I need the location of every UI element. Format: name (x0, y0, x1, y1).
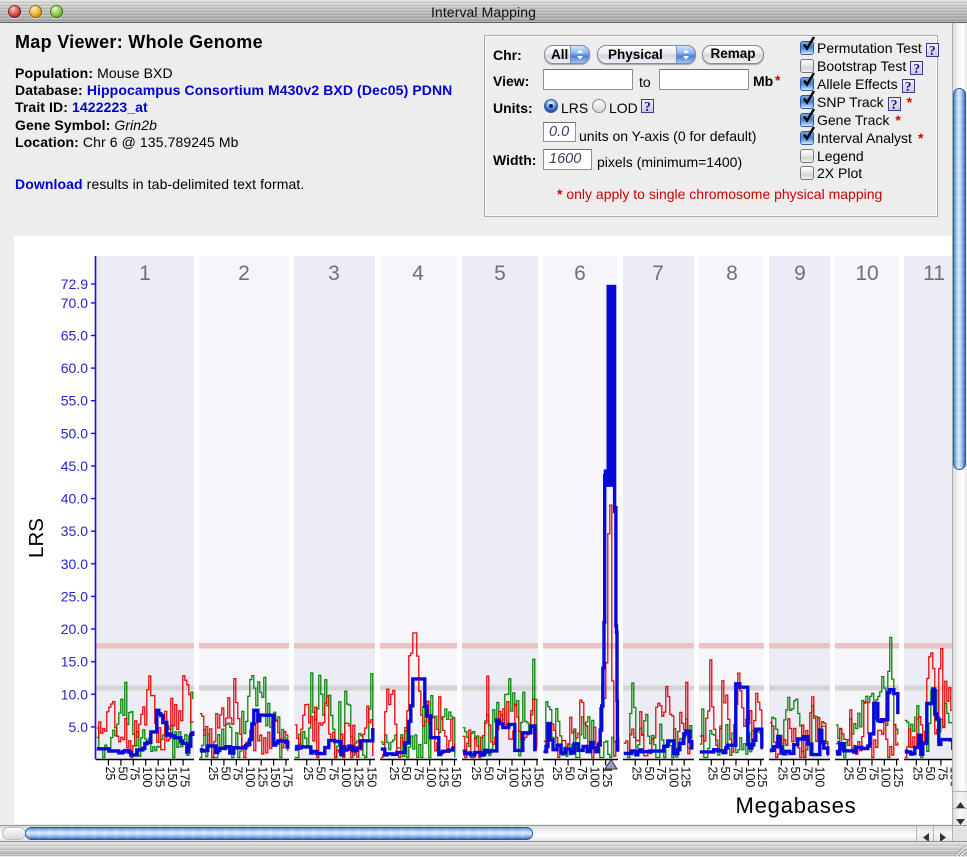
svg-text:65.0: 65.0 (61, 328, 88, 344)
svg-text:100: 100 (140, 767, 154, 788)
svg-text:25: 25 (776, 767, 790, 781)
svg-text:75: 75 (800, 767, 814, 781)
svg-text:150: 150 (268, 767, 282, 788)
svg-text:25: 25 (706, 767, 720, 781)
svg-text:75: 75 (935, 767, 949, 781)
svg-text:75: 75 (654, 767, 668, 781)
svg-text:175: 175 (280, 767, 294, 788)
svg-text:25: 25 (206, 767, 220, 781)
svg-text:25: 25 (387, 767, 401, 781)
svg-text:75: 75 (326, 767, 340, 781)
svg-text:125: 125 (437, 767, 451, 788)
svg-text:72.9: 72.9 (61, 276, 88, 292)
svg-text:11: 11 (923, 262, 945, 285)
svg-text:5: 5 (494, 262, 506, 285)
svg-text:75: 75 (575, 767, 589, 781)
svg-text:Megabases: Megabases (736, 793, 857, 818)
svg-text:150: 150 (165, 767, 179, 788)
svg-text:25: 25 (630, 767, 644, 781)
svg-text:100: 100 (813, 767, 827, 788)
svg-text:100: 100 (743, 767, 757, 788)
svg-text:1: 1 (139, 262, 151, 285)
svg-text:125: 125 (679, 767, 693, 788)
svg-text:75: 75 (231, 767, 245, 781)
svg-text:75: 75 (128, 767, 142, 781)
svg-text:30.0: 30.0 (61, 556, 88, 572)
svg-text:50: 50 (115, 767, 129, 781)
svg-text:2: 2 (238, 262, 250, 285)
svg-text:100: 100 (879, 767, 893, 788)
svg-text:10.0: 10.0 (61, 686, 88, 702)
svg-text:3: 3 (328, 262, 340, 285)
svg-text:125: 125 (755, 767, 769, 788)
svg-text:150: 150 (364, 767, 378, 788)
svg-text:125: 125 (153, 767, 167, 788)
svg-text:45.0: 45.0 (61, 458, 88, 474)
svg-text:125: 125 (519, 767, 533, 788)
svg-text:40.0: 40.0 (61, 491, 88, 507)
svg-text:50.0: 50.0 (61, 425, 88, 441)
svg-text:25: 25 (301, 767, 315, 781)
svg-text:75: 75 (412, 767, 426, 781)
svg-text:4: 4 (412, 262, 424, 285)
svg-text:50: 50 (314, 767, 328, 781)
svg-text:100: 100 (506, 767, 520, 788)
svg-text:25: 25 (911, 767, 925, 781)
svg-text:10: 10 (855, 262, 878, 285)
svg-text:100: 100 (588, 767, 602, 788)
svg-text:125: 125 (256, 767, 270, 788)
svg-text:50: 50 (563, 767, 577, 781)
svg-text:9: 9 (794, 262, 806, 285)
svg-text:50: 50 (854, 767, 868, 781)
svg-text:6: 6 (574, 262, 586, 285)
svg-text:25: 25 (550, 767, 564, 781)
svg-text:50: 50 (718, 767, 732, 781)
svg-text:150: 150 (531, 767, 545, 788)
svg-text:175: 175 (178, 767, 192, 788)
svg-text:100: 100 (243, 767, 257, 788)
svg-text:15.0: 15.0 (61, 654, 88, 670)
svg-text:50: 50 (788, 767, 802, 781)
svg-text:75: 75 (494, 767, 508, 781)
svg-text:70.0: 70.0 (61, 295, 88, 311)
svg-text:100: 100 (424, 767, 438, 788)
svg-text:50: 50 (642, 767, 656, 781)
svg-text:50: 50 (923, 767, 937, 781)
svg-text:60.0: 60.0 (61, 360, 88, 376)
svg-text:8: 8 (726, 262, 738, 285)
svg-text:20.0: 20.0 (61, 621, 88, 637)
svg-text:5.0: 5.0 (69, 719, 89, 735)
svg-text:25: 25 (842, 767, 856, 781)
svg-text:100: 100 (339, 767, 353, 788)
svg-text:100: 100 (666, 767, 680, 788)
svg-text:125: 125 (600, 767, 614, 788)
svg-text:55.0: 55.0 (61, 393, 88, 409)
svg-text:25: 25 (103, 767, 117, 781)
svg-text:75: 75 (866, 767, 880, 781)
svg-text:25.0: 25.0 (61, 588, 88, 604)
svg-text:50: 50 (218, 767, 232, 781)
svg-text:75: 75 (730, 767, 744, 781)
svg-text:150: 150 (449, 767, 463, 788)
svg-text:50: 50 (399, 767, 413, 781)
svg-text:125: 125 (891, 767, 905, 788)
svg-text:35.0: 35.0 (61, 523, 88, 539)
svg-text:25: 25 (469, 767, 483, 781)
svg-text:LRS: LRS (25, 518, 48, 558)
svg-text:125: 125 (352, 767, 366, 788)
svg-text:50: 50 (481, 767, 495, 781)
svg-text:7: 7 (652, 262, 664, 285)
